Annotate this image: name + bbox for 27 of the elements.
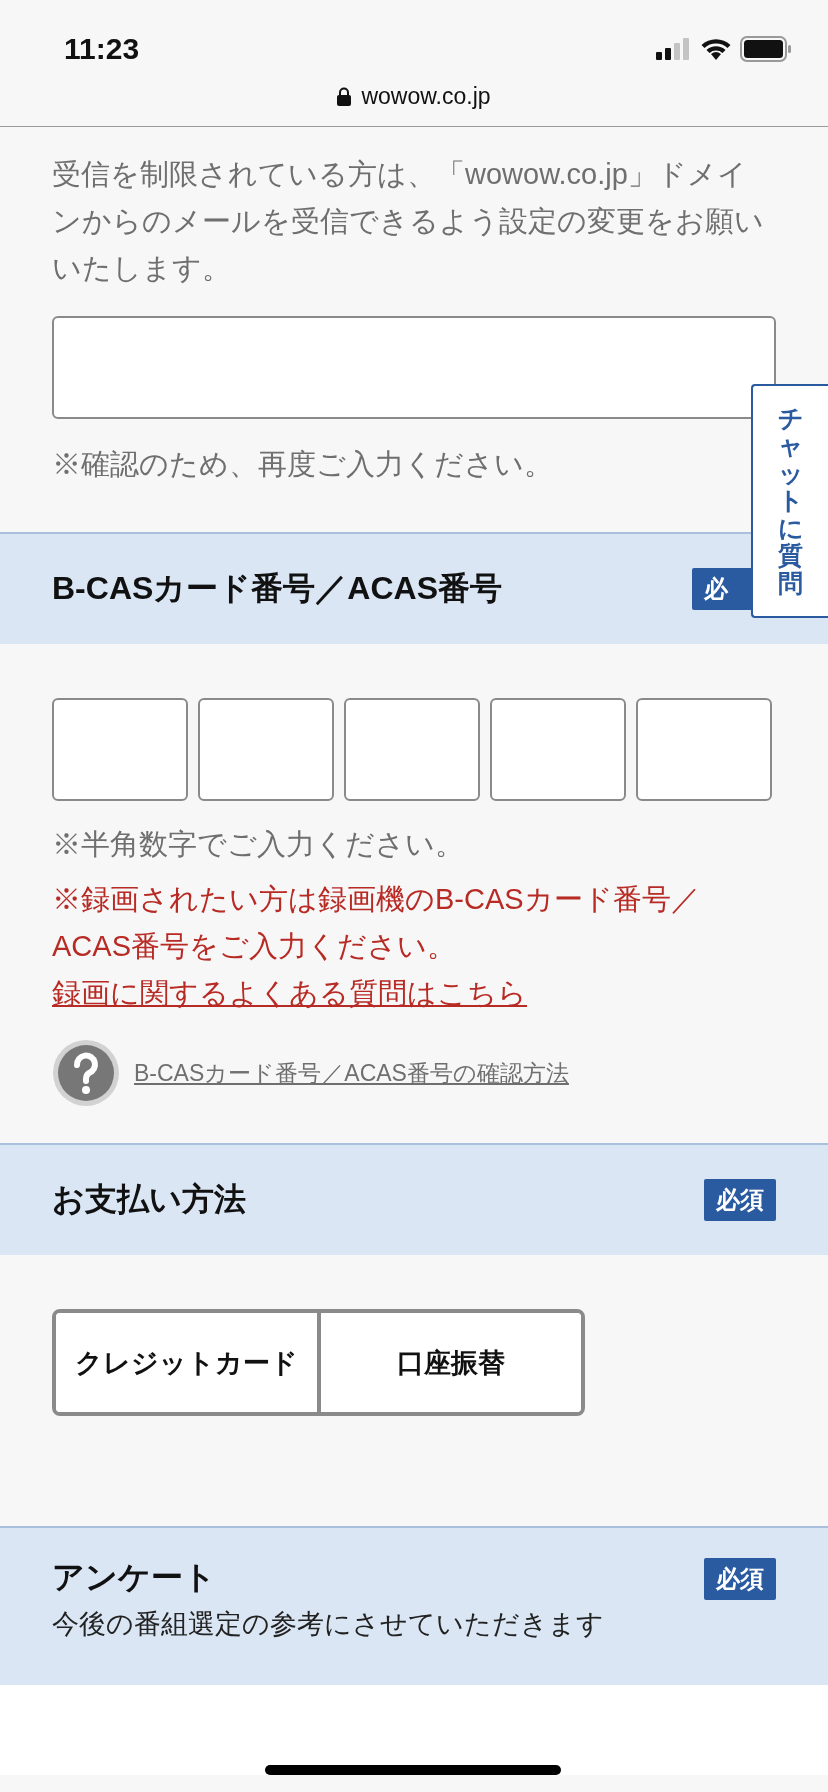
help-link[interactable]: B-CASカード番号／ACAS番号の確認方法 bbox=[134, 1057, 569, 1089]
wifi-icon bbox=[700, 37, 732, 61]
section-subtitle: 今後の番組選定の参考にさせていただきます bbox=[52, 1608, 604, 1641]
email-confirm-field[interactable] bbox=[52, 316, 776, 419]
section-title: アンケート bbox=[52, 1558, 217, 1597]
faq-link[interactable]: 録画に関するよくある質問はこちら bbox=[52, 977, 527, 1009]
signal-icon bbox=[656, 38, 692, 60]
battery-icon bbox=[740, 36, 792, 62]
notice-text: 受信を制限されている方は、「wowow.co.jp」ドメインからのメールを受信できるよう設定の変更をお願いいたします。 bbox=[52, 157, 765, 286]
url-text[interactable]: wowow.co.jp bbox=[361, 82, 491, 110]
lock-icon bbox=[337, 86, 352, 106]
hint-text: ※半角数字でご入力ください。 bbox=[52, 827, 465, 862]
number-field[interactable] bbox=[198, 698, 334, 801]
required-badge: 必須 bbox=[704, 1179, 776, 1221]
hint-text: ※確認のため、再度ご入力ください。 bbox=[52, 447, 554, 482]
number-field[interactable] bbox=[52, 698, 188, 801]
clock: 11:23 bbox=[64, 31, 140, 66]
chat-tab[interactable]: チャットに質問 bbox=[751, 384, 828, 618]
number-field[interactable] bbox=[490, 698, 626, 801]
number-field[interactable] bbox=[344, 698, 480, 801]
warning-text: ※録画されたい方は録画機のB-CASカード番号／ACAS番号をご入力ください。 録画に関するよくある質問はこちら bbox=[52, 882, 701, 1011]
payment-option[interactable]: 口座振替 bbox=[316, 1313, 581, 1412]
required-badge: 必須 bbox=[704, 1558, 776, 1600]
section-title: お支払い方法 bbox=[52, 1180, 246, 1219]
number-field[interactable] bbox=[636, 698, 772, 801]
help-icon[interactable] bbox=[52, 1039, 120, 1107]
section-title: B-CASカード番号／ACAS番号 bbox=[52, 569, 502, 608]
